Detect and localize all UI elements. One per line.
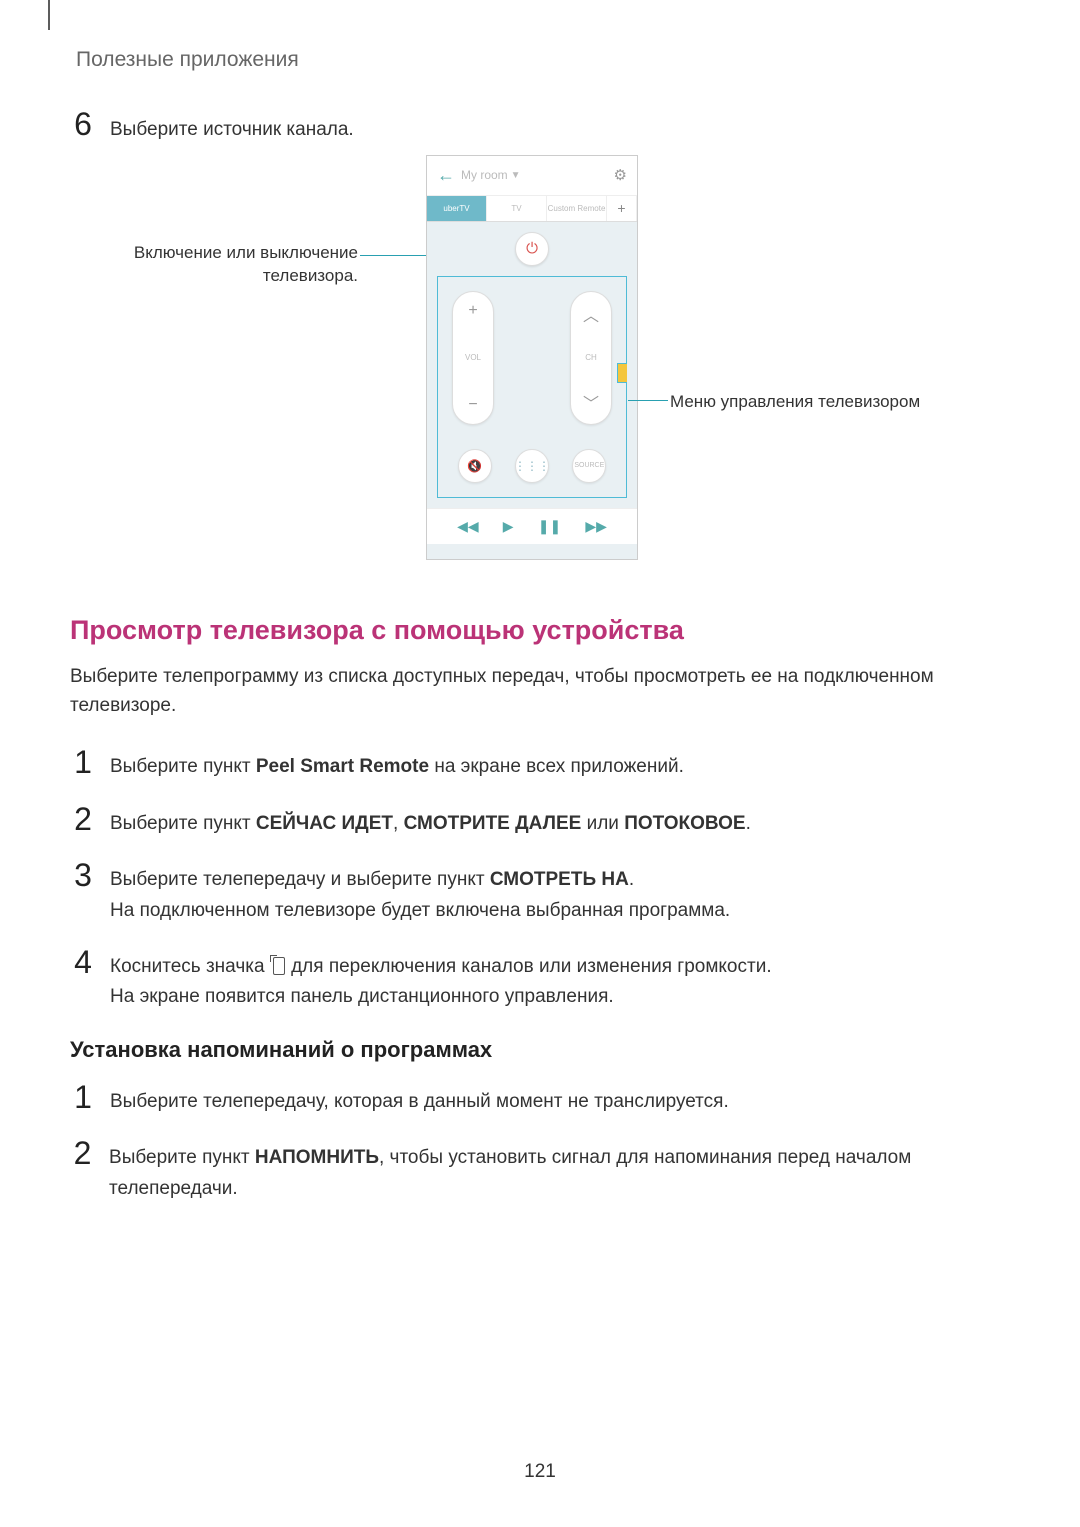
- keypad-button[interactable]: ⋮⋮⋮: [515, 449, 549, 483]
- side-tab[interactable]: [617, 363, 627, 383]
- room-dropdown[interactable]: My room: [461, 168, 508, 182]
- step-number: 6: [70, 106, 96, 143]
- text: для переключения каналов или изменения г…: [286, 956, 772, 977]
- section-intro: Выберите телепрограмму из списка доступн…: [70, 662, 1010, 721]
- ch-label: CH: [585, 353, 597, 362]
- text: Выберите телепередачу и выберите пункт: [110, 869, 490, 890]
- step-6: 6 Выберите источник канала.: [70, 106, 1010, 145]
- bold: ПОТОКОВОЕ: [624, 813, 745, 834]
- pause-icon[interactable]: ❚❚: [538, 518, 561, 535]
- power-button[interactable]: ⏻: [515, 232, 549, 266]
- section-title: Просмотр телевизора с помощью устройства: [70, 615, 1010, 646]
- bold: НАПОМНИТЬ: [255, 1147, 379, 1168]
- back-icon[interactable]: ←: [437, 165, 455, 186]
- mute-button[interactable]: 🔇: [458, 449, 492, 483]
- text: на экране всех приложений.: [429, 756, 684, 777]
- step-number: 3: [70, 859, 96, 926]
- figure: Включение или выключение телевизора. ← M…: [70, 155, 1010, 585]
- volume-rocker[interactable]: + VOL −: [452, 291, 494, 425]
- text: На подключенном телевизоре будет включен…: [110, 900, 730, 921]
- text: На экране появится панель дистанционного…: [110, 986, 614, 1007]
- step-2: 2 Выберите пункт СЕЙЧАС ИДЕТ, СМОТРИТЕ Д…: [70, 803, 1010, 839]
- chevron-down-icon: ﹀: [583, 390, 599, 414]
- callout-line: [628, 400, 668, 401]
- tabs: uberTV TV Custom Remote +: [427, 196, 637, 222]
- text: Коснитесь значка: [110, 956, 270, 977]
- text: или: [581, 813, 624, 834]
- minus-icon: −: [468, 396, 477, 414]
- playback-bar: ◀◀ ▶ ❚❚ ▶▶: [427, 508, 637, 544]
- bold: СМОТРЕТЬ НА: [490, 869, 629, 890]
- step-number: 1: [70, 1081, 96, 1117]
- bold: СЕЙЧАС ИДЕТ: [256, 813, 393, 834]
- chevron-up-icon: ︿: [583, 302, 599, 326]
- callout-menu: Меню управления телевизором: [670, 390, 1000, 414]
- text: Выберите пункт: [110, 813, 256, 834]
- step-number: 4: [70, 946, 96, 1013]
- remote-icon: [270, 955, 286, 975]
- gear-icon[interactable]: ⚙: [614, 166, 627, 184]
- channel-rocker[interactable]: ︿ CH ﹀: [570, 291, 612, 425]
- tab-ubertv[interactable]: uberTV: [427, 196, 487, 221]
- chevron-down-icon: ▼: [511, 170, 521, 181]
- text: Выберите телепередачу, которая в данный …: [110, 1081, 729, 1117]
- phone-header: ← My room ▼ ⚙: [427, 156, 637, 196]
- step-4: 4 Коснитесь значка для переключения кана…: [70, 946, 1010, 1013]
- rewind-icon[interactable]: ◀◀: [457, 518, 479, 535]
- forward-icon[interactable]: ▶▶: [585, 518, 607, 535]
- source-button[interactable]: SOURCE: [572, 449, 606, 483]
- page-number: 121: [0, 1461, 1080, 1483]
- step-3: 3 Выберите телепередачу и выберите пункт…: [70, 859, 1010, 926]
- step-1: 1 Выберите пункт Peel Smart Remote на эк…: [70, 746, 1010, 782]
- bold: Peel Smart Remote: [256, 756, 429, 777]
- control-panel: + VOL − ︿ CH ﹀ 🔇 ⋮⋮⋮ SOURCE: [437, 276, 627, 498]
- phone-mockup: ← My room ▼ ⚙ uberTV TV Custom Remote + …: [426, 155, 638, 560]
- step-number: 2: [70, 1137, 95, 1204]
- play-icon[interactable]: ▶: [503, 518, 514, 535]
- text: Выберите пункт: [110, 756, 256, 777]
- step-reminder-1: 1 Выберите телепередачу, которая в данны…: [70, 1081, 1010, 1117]
- step-reminder-2: 2 Выберите пункт НАПОМНИТЬ, чтобы устано…: [70, 1137, 1010, 1204]
- text: .: [629, 869, 634, 890]
- text: .: [746, 813, 751, 834]
- plus-icon: +: [468, 302, 477, 320]
- step-number: 1: [70, 746, 96, 782]
- tab-tv[interactable]: TV: [487, 196, 547, 221]
- text: ,: [393, 813, 404, 834]
- bold: СМОТРИТЕ ДАЛЕЕ: [404, 813, 582, 834]
- step-number: 2: [70, 803, 96, 839]
- step-text: Выберите источник канала.: [110, 116, 354, 145]
- text: Выберите пункт: [109, 1147, 255, 1168]
- breadcrumb: Полезные приложения: [76, 48, 1010, 72]
- tab-add[interactable]: +: [607, 196, 637, 221]
- tab-custom[interactable]: Custom Remote: [547, 196, 607, 221]
- callout-power: Включение или выключение телевизора.: [128, 241, 358, 289]
- subsection-title: Установка напоминаний о программах: [70, 1037, 1010, 1063]
- vol-label: VOL: [465, 353, 481, 362]
